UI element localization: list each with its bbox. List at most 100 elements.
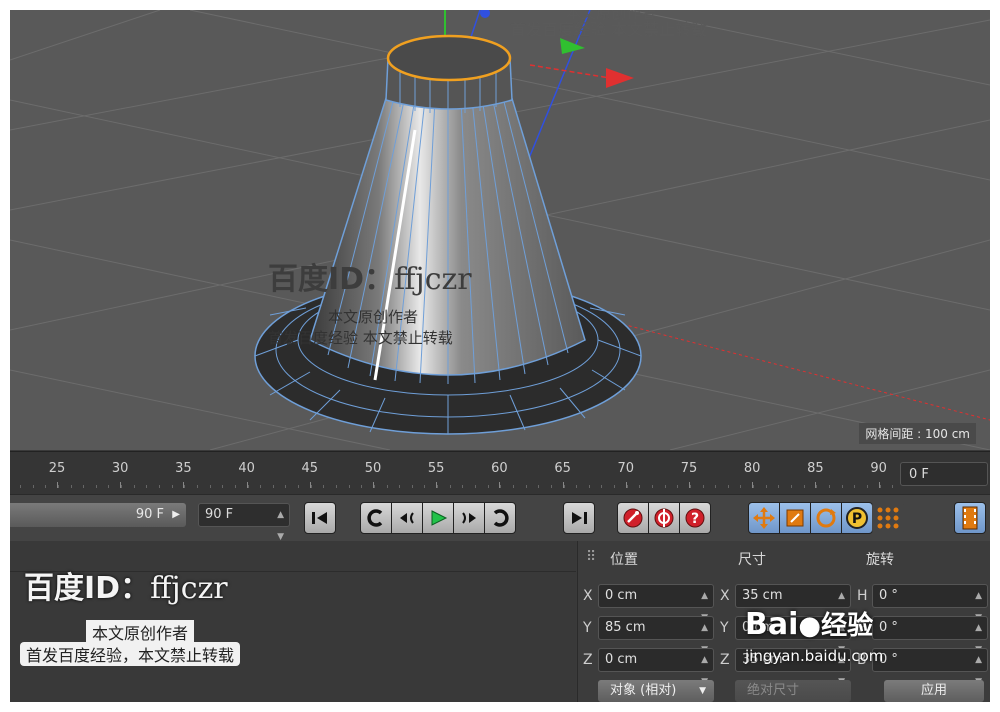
3d-viewport[interactable]: 本文原创作者 首发百度经验 本文禁止转载 百度ID：ffjczr 本文原创作者 …	[10, 10, 990, 450]
ruler-minor-tick	[614, 485, 616, 488]
timeline-window-button[interactable]	[954, 502, 986, 534]
drag-grip-icon[interactable]: ⠿	[586, 549, 596, 565]
selected-top-edge[interactable]	[386, 34, 512, 82]
ruler-tick-label: 55	[427, 461, 445, 476]
size-z-label: Z	[720, 652, 730, 668]
previous-frame-button[interactable]	[391, 502, 423, 534]
film-strip-icon	[962, 506, 978, 530]
play-button[interactable]	[422, 502, 454, 534]
ruler-minor-tick	[411, 485, 413, 488]
apply-button[interactable]: 应用	[884, 680, 984, 702]
ruler-minor-tick	[298, 485, 300, 488]
go-to-end-icon	[572, 512, 587, 524]
material-manager-panel: 百度ID：ffjczr 本文原创作者 首发百度经验，本文禁止转载	[10, 541, 576, 702]
ruler-tick-label: 65	[554, 461, 571, 476]
ruler-minor-tick	[816, 485, 818, 488]
ruler-minor-tick	[892, 485, 894, 488]
ruler-tick-label: 70	[617, 461, 635, 476]
scale-tool-button[interactable]	[779, 502, 811, 534]
current-frame-field[interactable]: 0 F	[900, 462, 988, 486]
pos-y-field[interactable]: 85 cm▲▼	[598, 616, 714, 655]
size-x-label: X	[720, 588, 730, 604]
ruler-minor-tick	[171, 485, 173, 488]
ruler-minor-tick	[677, 485, 679, 488]
ruler-minor-tick	[310, 485, 312, 488]
move-tool-button[interactable]	[748, 502, 780, 534]
rot-h-label: H	[857, 588, 868, 604]
preview-max-label: 90 F	[135, 507, 164, 522]
timeline-ruler[interactable]: 25 30 35 40 45 50 55 60 65 70 75 80 85 90	[10, 451, 990, 494]
pos-x-value: 0 cm	[605, 588, 638, 603]
watermark-bottom-id-user: ffjczr	[150, 571, 228, 606]
previous-frame-icon	[400, 512, 414, 524]
z-axis-handle[interactable]	[480, 10, 490, 18]
ruler-minor-tick	[778, 485, 780, 488]
brand-logo-cn: 经验	[821, 611, 874, 641]
ruler-minor-tick	[639, 485, 641, 488]
rot-h-field[interactable]: 0 °▲▼	[872, 584, 988, 623]
ruler-minor-tick	[247, 485, 249, 488]
go-to-end-button[interactable]	[563, 502, 595, 534]
size-x-field[interactable]: 35 cm▲▼	[735, 584, 851, 623]
ruler-tick-label: 85	[807, 461, 824, 476]
ruler-minor-tick	[740, 485, 742, 488]
ruler-tick-label: 45	[301, 461, 319, 476]
record-keys-button[interactable]	[617, 502, 649, 534]
ruler-minor-tick	[689, 485, 691, 488]
watermark-bottom-id-prefix: 百度ID：	[24, 571, 151, 606]
ruler-tick-label: 40	[238, 461, 255, 476]
grid-spacing-readout: 网格间距 : 100 cm	[859, 423, 976, 444]
ruler-minor-tick	[285, 485, 287, 488]
ruler-minor-tick	[588, 485, 590, 488]
preview-range-slider[interactable]: 90 F ▶	[10, 503, 186, 527]
coord-mode-dropdown[interactable]: 对象 (相对) ▼	[598, 680, 714, 702]
ruler-minor-tick	[57, 485, 59, 488]
ruler-minor-tick	[525, 485, 527, 488]
watermark-top-line2: 首发百度经验 本文禁止转载	[510, 20, 708, 39]
rot-h-value: 0 °	[879, 588, 898, 603]
next-key-button[interactable]	[484, 502, 516, 534]
ruler-tick-label: 60	[491, 461, 508, 476]
go-to-start-icon	[312, 512, 327, 524]
ruler-minor-tick	[626, 485, 628, 488]
chevron-down-icon: ▼	[699, 686, 706, 696]
next-frame-button[interactable]	[453, 502, 485, 534]
question-icon: ?	[685, 508, 705, 528]
pos-z-field[interactable]: 0 cm▲▼	[598, 648, 714, 687]
rot-p-field[interactable]: 0 °▲▼	[872, 616, 988, 655]
ruler-minor-tick	[222, 485, 224, 488]
previous-key-button[interactable]	[360, 502, 392, 534]
parameter-p-icon: P	[846, 507, 868, 529]
size-y-label: Y	[720, 620, 729, 636]
ruler-minor-tick	[361, 485, 363, 488]
transport-bar: 90 F ▶ 90 F ▲ ▼ ? P	[10, 494, 990, 542]
ruler-minor-tick	[209, 485, 211, 488]
key-help-button[interactable]: ?	[679, 502, 711, 534]
size-mode-dropdown[interactable]: 绝对尺寸	[735, 680, 851, 702]
ruler-minor-tick	[576, 485, 578, 488]
ruler-minor-tick	[95, 485, 97, 488]
ruler-minor-tick	[20, 485, 21, 488]
autokey-button[interactable]	[648, 502, 680, 534]
go-to-start-button[interactable]	[304, 502, 336, 534]
ruler-minor-tick	[133, 485, 135, 488]
point-level-button[interactable]	[872, 502, 904, 534]
rot-b-field[interactable]: 0 °▲▼	[872, 648, 988, 687]
ruler-minor-tick	[373, 485, 375, 488]
ruler-minor-tick	[753, 485, 755, 488]
move-arrows-icon	[753, 507, 775, 529]
x-axis-arrow[interactable]	[606, 68, 634, 88]
watermark-center-line2: 首发百度经验 本文禁止转载	[268, 329, 453, 347]
ruler-minor-tick	[121, 485, 123, 488]
svg-text:P: P	[852, 511, 862, 527]
parameter-key-button[interactable]: P	[841, 502, 873, 534]
ruler-minor-tick	[83, 485, 85, 488]
pos-z-label: Z	[583, 652, 593, 668]
size-header: 尺寸	[738, 552, 766, 568]
rotate-tool-button[interactable]	[810, 502, 842, 534]
pos-x-field[interactable]: 0 cm▲▼	[598, 584, 714, 623]
brand-logo-text: Bai	[745, 607, 799, 642]
end-frame-field[interactable]: 90 F ▲ ▼	[198, 503, 290, 542]
slider-arrow-icon: ▶	[172, 509, 180, 520]
ruler-minor-tick	[601, 485, 603, 488]
